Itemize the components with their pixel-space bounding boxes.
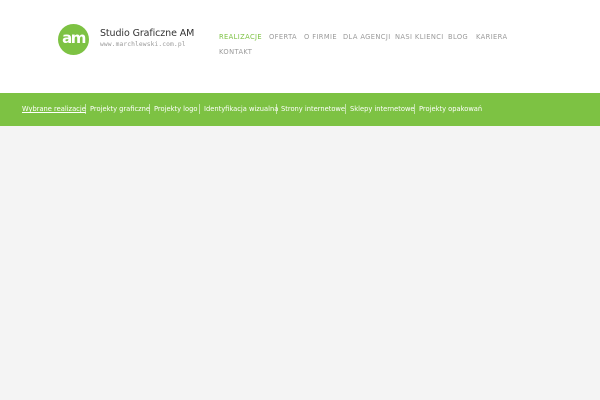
subnav-separator [85,104,86,114]
subnav-separator [199,104,200,114]
subnav-separator [345,104,346,114]
subnav-separator [414,104,415,114]
nav-item-kontakt[interactable]: KONTAKT [219,48,252,56]
subnav-item-wybrane-realizacje[interactable]: Wybrane realizacje [22,105,86,113]
category-subnav: Wybrane realizacje Projekty graficzne Pr… [0,93,600,126]
subnav-item-sklepy-internetowe[interactable]: Sklepy internetowe [350,105,415,113]
nav-item-dla-agencji[interactable]: DLA AGENCJI [343,33,391,41]
subnav-item-identyfikacja-wizualna[interactable]: Identyfikacja wizualna [204,105,278,113]
nav-item-o-firmie[interactable]: O FIRMIE [304,33,337,41]
subnav-item-projekty-opakowan[interactable]: Projekty opakowań [419,105,482,113]
nav-item-blog[interactable]: BLOG [448,33,468,41]
main-nav: REALIZACJE OFERTA O FIRMIE DLA AGENCJI N… [0,0,600,60]
subnav-item-strony-internetowe[interactable]: Strony internetowe [281,105,345,113]
nav-item-kariera[interactable]: KARIERA [476,33,507,41]
subnav-separator [149,104,150,114]
nav-item-nasi-klienci[interactable]: NASI KLIENCI [395,33,444,41]
nav-item-realizacje[interactable]: REALIZACJE [219,33,262,41]
nav-item-oferta[interactable]: OFERTA [269,33,297,41]
content-area [0,126,600,400]
subnav-item-projekty-graficzne[interactable]: Projekty graficzne [90,105,150,113]
subnav-separator [276,104,277,114]
site-header: am Studio Graficzne AM www.marchlewski.c… [0,0,600,93]
subnav-item-projekty-logo[interactable]: Projekty logo [154,105,197,113]
